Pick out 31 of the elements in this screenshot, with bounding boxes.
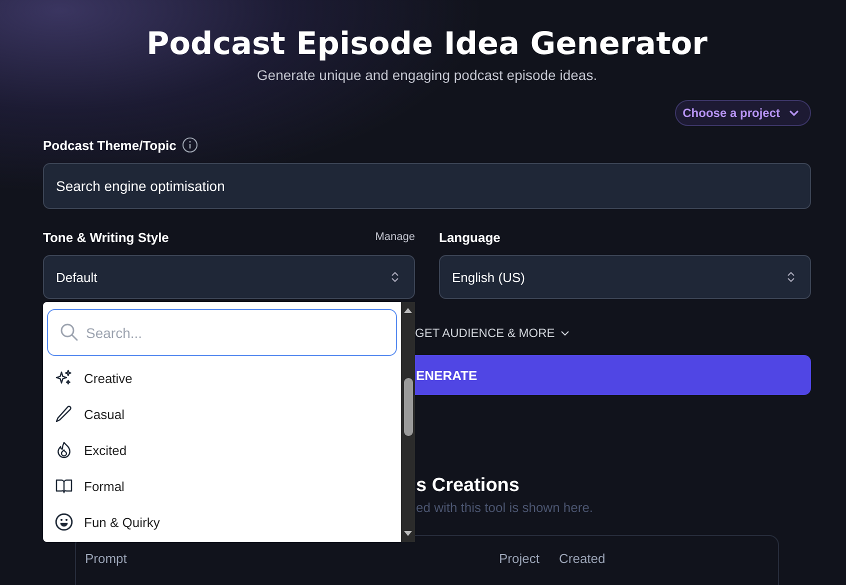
pencil-icon	[54, 404, 74, 424]
advanced-options-toggle[interactable]: GET AUDIENCE & MORE	[415, 326, 570, 340]
dropdown-option[interactable]: Formal	[43, 468, 401, 504]
search-field[interactable]: Search...	[47, 309, 397, 356]
smiley-icon	[54, 512, 74, 532]
choose-project-button[interactable]: Choose a project	[674, 100, 811, 126]
column-header: Created	[559, 551, 606, 568]
info-icon	[182, 137, 198, 153]
scroll-down-arrow-icon[interactable]	[403, 530, 413, 538]
scrollbar[interactable]	[401, 302, 415, 542]
chevron-down-icon	[560, 328, 570, 338]
tone-label: Tone & Writing Style	[43, 230, 169, 244]
page-title: Podcast Episode Idea Generator	[146, 25, 708, 64]
search-icon	[59, 322, 79, 342]
page-subtitle: Generate unique and engaging podcast episode ideas.	[256, 67, 598, 83]
manage-link[interactable]: Manage	[375, 231, 415, 243]
section-subtitle: ed with this tool is shown here.	[416, 500, 594, 515]
scroll-up-arrow-icon[interactable]	[403, 306, 413, 314]
dropdown-option[interactable]: Fun & Quirky	[43, 504, 401, 540]
dropdown-option[interactable]: Creative	[43, 360, 401, 396]
language-select[interactable]: English (US)	[439, 255, 811, 299]
column-header: Project	[499, 551, 540, 568]
section-title: s Creations	[416, 475, 520, 497]
topic-label: Podcast Theme/Topic	[43, 138, 176, 152]
topic-input[interactable]: Search engine optimisation	[43, 163, 811, 209]
scrollbar-thumb[interactable]	[404, 378, 412, 436]
tone-select[interactable]: Default	[43, 255, 415, 299]
dropdown-option[interactable]: Casual	[43, 396, 401, 432]
column-header: Prompt	[85, 551, 128, 568]
dropdown-option[interactable]: Excited	[43, 432, 401, 468]
language-label: Language	[439, 230, 500, 244]
